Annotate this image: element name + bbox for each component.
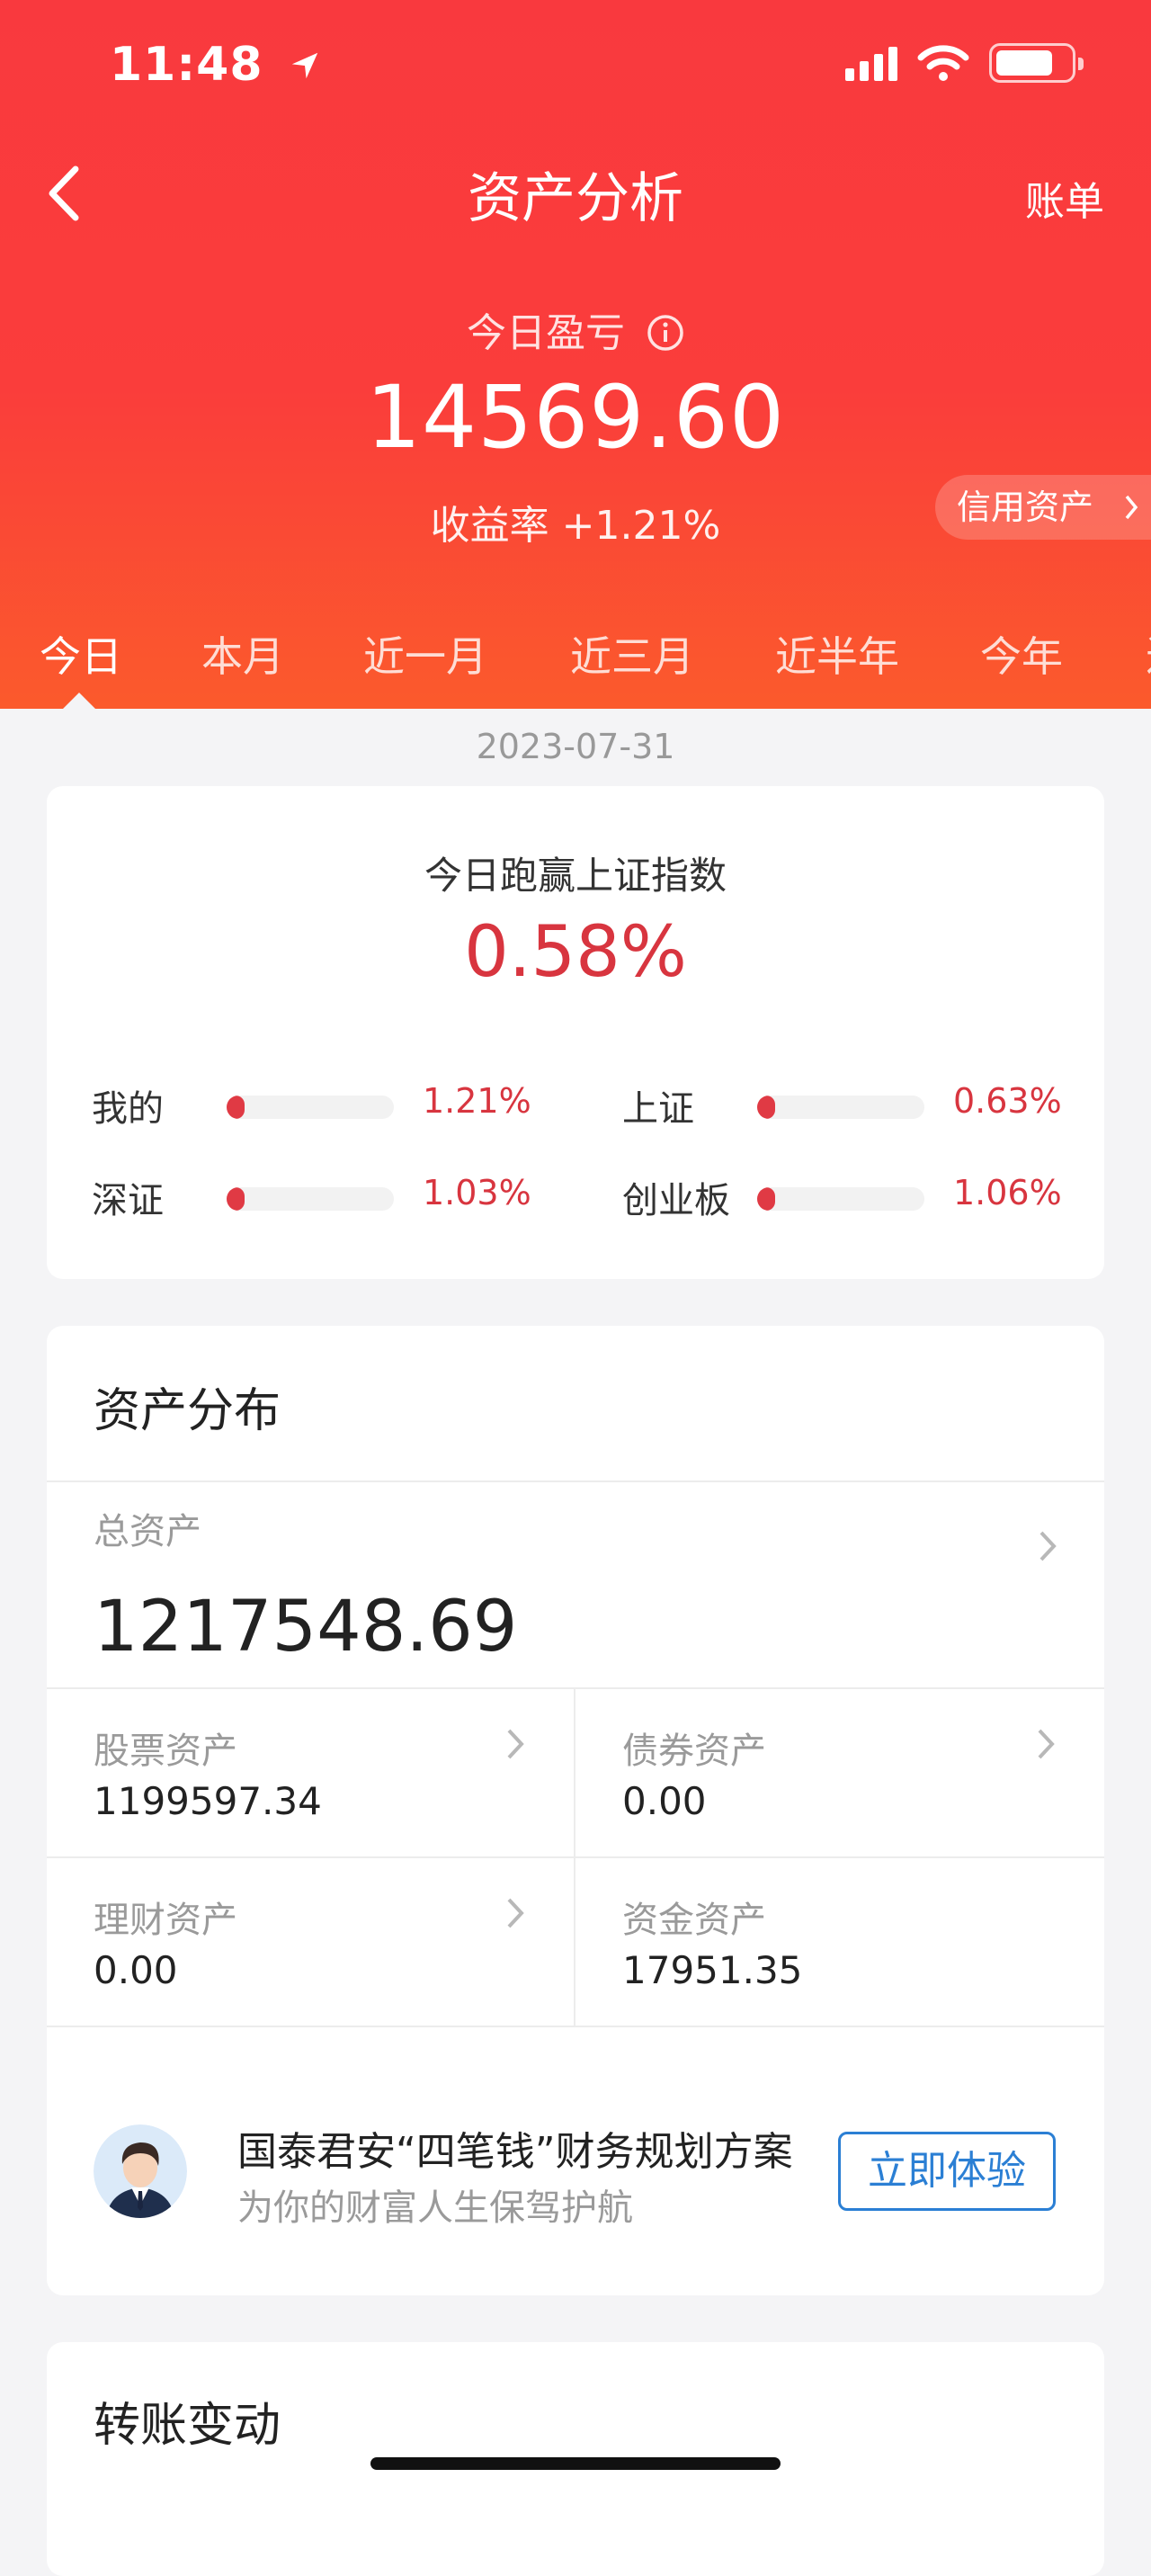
advisor-avatar: [94, 2124, 187, 2218]
bill-link[interactable]: 账单: [1025, 169, 1104, 227]
total-assets-label: 总资产: [94, 1511, 201, 1552]
bond-assets-value: 0.00: [622, 1779, 707, 1823]
compare-shanghai: 上证 0.63%: [622, 1079, 1090, 1133]
stock-assets-cell[interactable]: 股票资产 1199597.34: [47, 1689, 574, 1856]
chevron-right-icon: [507, 1898, 524, 1928]
stock-assets-value: 1199597.34: [94, 1779, 322, 1823]
compare-value: 1.21%: [423, 1081, 531, 1121]
pl-label: 今日盈亏: [467, 310, 625, 356]
pl-value: 14569.60: [365, 367, 786, 468]
bond-assets-label: 债券资产: [622, 1731, 766, 1772]
info-icon[interactable]: [647, 314, 684, 352]
promo-title: 国泰君安“四笔钱”财务规划方案: [237, 2129, 793, 2175]
compare-value: 0.63%: [953, 1081, 1062, 1121]
total-assets-row[interactable]: 总资产 1217548.69: [47, 1482, 1104, 1687]
beat-index-card: 今日跑赢上证指数 0.58% 我的 1.21% 上证 0.63% 深证 1.03…: [47, 786, 1104, 1279]
battery-icon: [989, 43, 1084, 83]
tab-this-month[interactable]: 本月: [201, 624, 284, 684]
status-time: 11:48: [110, 38, 322, 94]
compare-value: 1.06%: [953, 1173, 1062, 1212]
transfer-title: 转账变动: [94, 2399, 281, 2453]
period-tabs: 今日 本月 近一月 近三月 近半年 今年 近: [0, 621, 1151, 709]
compare-bar: [227, 1096, 394, 1119]
wealth-assets-value: 0.00: [94, 1948, 178, 1992]
asset-distribution-title: 资产分布: [94, 1384, 281, 1438]
cash-assets-cell: 资金资产 17951.35: [576, 1858, 1104, 2026]
compare-chinext: 创业板 1.06%: [622, 1171, 1090, 1225]
signal-icon: [845, 45, 897, 81]
status-icons: [845, 43, 1084, 83]
compare-bar: [757, 1096, 924, 1119]
promo-subtitle: 为你的财富人生保驾护航: [237, 2187, 633, 2229]
credit-assets-label: 信用资产: [957, 487, 1094, 527]
tab-last-three-months[interactable]: 近三月: [570, 624, 694, 684]
pl-label-row: 今日盈亏: [0, 300, 1151, 358]
compare-bar-fill: [757, 1187, 775, 1211]
tab-last-month[interactable]: 近一月: [363, 624, 487, 684]
wealth-assets-cell[interactable]: 理财资产 0.00: [47, 1858, 574, 2026]
compare-shenzhen: 深证 1.03%: [92, 1171, 559, 1225]
status-time-text: 11:48: [110, 38, 263, 92]
bond-assets-cell[interactable]: 债券资产 0.00: [576, 1689, 1104, 1856]
compare-label: 创业板: [622, 1180, 730, 1221]
wealth-assets-label: 理财资产: [94, 1900, 237, 1941]
chevron-right-icon: [1122, 475, 1140, 560]
tab-today[interactable]: 今日: [40, 624, 122, 684]
total-assets-value: 1217548.69: [94, 1587, 518, 1668]
tab-more[interactable]: 近: [1146, 624, 1151, 684]
compare-bar-fill: [757, 1096, 775, 1119]
tab-this-year[interactable]: 今年: [980, 624, 1063, 684]
credit-assets-button[interactable]: 信用资产: [935, 475, 1151, 540]
chevron-right-icon: [1038, 1729, 1055, 1759]
date-label: 2023-07-31: [476, 727, 675, 766]
compare-bar-fill: [227, 1187, 245, 1211]
cash-assets-label: 资金资产: [622, 1900, 766, 1941]
chevron-right-icon: [507, 1729, 524, 1759]
cash-assets-value: 17951.35: [622, 1948, 803, 1992]
try-now-button[interactable]: 立即体验: [838, 2132, 1056, 2211]
chevron-right-icon: [1039, 1531, 1057, 1561]
tab-last-half-year[interactable]: 近半年: [775, 624, 899, 684]
stock-assets-label: 股票资产: [94, 1731, 237, 1772]
compare-label: 上证: [622, 1088, 694, 1130]
beat-index-value: 0.58%: [464, 912, 687, 993]
compare-bar: [757, 1187, 924, 1211]
compare-mine: 我的 1.21%: [92, 1079, 559, 1133]
compare-bar: [227, 1187, 394, 1211]
wifi-icon: [917, 45, 969, 81]
beat-index-title: 今日跑赢上证指数: [424, 854, 727, 898]
header: 11:48 资产分析 账单 今日盈亏 14569.60 收益率 +1.21% 信…: [0, 0, 1151, 709]
asset-distribution-card: 资产分布 总资产 1217548.69 股票资产 1199597.34 债券资产…: [47, 1326, 1104, 2295]
page-title: 资产分析: [468, 167, 683, 230]
compare-bar-fill: [227, 1096, 245, 1119]
location-arrow-icon: [288, 40, 322, 94]
home-indicator: [370, 2457, 781, 2470]
divider: [47, 2026, 1104, 2027]
active-tab-indicator: [63, 693, 95, 709]
compare-label: 深证: [92, 1180, 164, 1221]
compare-value: 1.03%: [423, 1173, 531, 1212]
compare-label: 我的: [92, 1088, 164, 1130]
